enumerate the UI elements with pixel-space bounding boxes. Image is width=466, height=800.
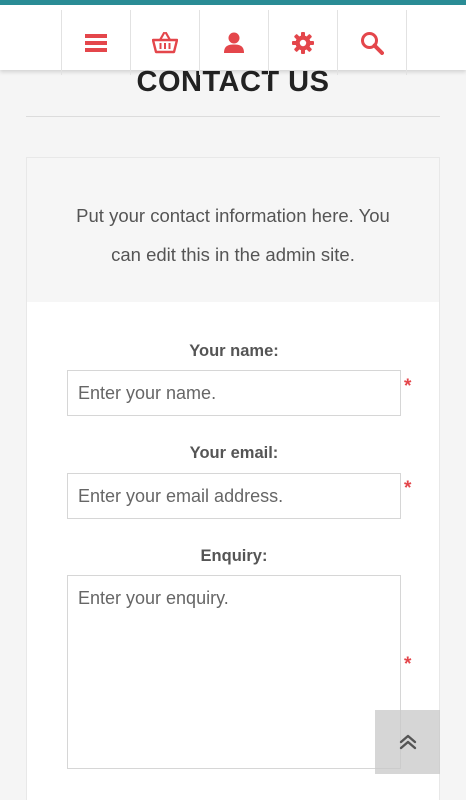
title-divider <box>26 116 440 117</box>
cart-button[interactable] <box>131 10 200 75</box>
name-required-mark: * <box>404 376 412 397</box>
search-button[interactable] <box>338 10 407 75</box>
email-required-mark: * <box>404 478 412 499</box>
top-bar <box>0 0 466 75</box>
enquiry-field[interactable] <box>67 575 401 769</box>
header-nav <box>61 10 407 75</box>
email-label: Your email: <box>189 444 279 462</box>
contact-panel: Put your contact information here. You c… <box>26 157 440 800</box>
user-icon <box>224 32 244 53</box>
email-field[interactable] <box>67 473 401 519</box>
gear-icon <box>292 31 314 54</box>
hamburger-icon <box>85 33 107 52</box>
settings-button[interactable] <box>269 10 338 75</box>
name-label: Your name: <box>189 342 279 360</box>
enquiry-label: Enquiry: <box>200 547 268 565</box>
search-icon <box>361 31 384 55</box>
name-field[interactable] <box>67 370 401 416</box>
menu-button[interactable] <box>62 10 131 75</box>
double-chevron-up-icon <box>399 734 416 750</box>
basket-icon <box>152 31 178 53</box>
contact-info-text: Put your contact information here. You c… <box>76 205 390 265</box>
contact-info-box: Put your contact information here. You c… <box>27 158 439 302</box>
scroll-top-button[interactable] <box>375 710 440 774</box>
account-button[interactable] <box>200 10 269 75</box>
enquiry-required-mark: * <box>404 654 412 675</box>
